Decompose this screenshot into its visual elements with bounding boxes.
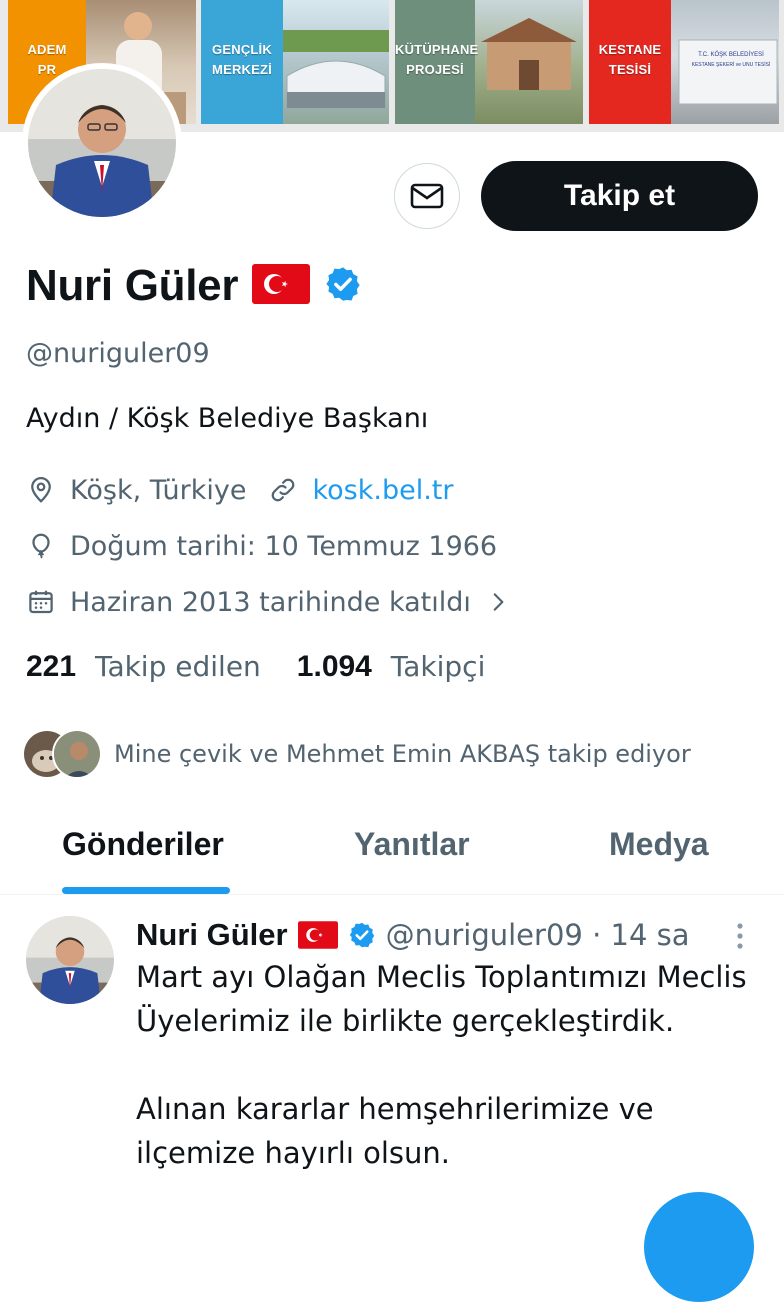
tweet-author-name[interactable]: Nuri Güler: [136, 917, 288, 953]
turkey-flag-icon: [252, 264, 311, 308]
avatar-portrait: [28, 69, 176, 217]
tweet-header: Nuri Güler @nuriguler09 · 14 sa: [136, 912, 690, 958]
profile-handle: @nuriguler09: [26, 338, 210, 369]
banner-tile-genclik: GENÇLİK MERKEZİ: [201, 0, 389, 124]
banner-photo-youth-center: [283, 0, 389, 124]
sign-text: T.C. KÖŞK BELEDİYESİ: [698, 51, 764, 58]
banner-tile-kutuphane: KÜTÜPHANE PROJESİ: [395, 0, 583, 124]
banner-tile-kestane: T.C. KÖŞK BELEDİYESİ KESTANE ŞEKERİ ve U…: [589, 0, 779, 124]
sign-text: KESTANE ŞEKERİ ve UNU TESİSİ: [692, 61, 771, 68]
tweet-paragraph: Alınan kararlar hemşehrilerimize ve ilçe…: [136, 1092, 654, 1170]
avatar[interactable]: [28, 69, 176, 217]
building-illustration: [283, 30, 389, 109]
profile-meta-row: Doğum tarihi: 10 Temmuz 1966: [26, 526, 497, 566]
verified-badge-icon[interactable]: [324, 265, 362, 307]
envelope-icon: [410, 183, 444, 209]
tweet-text: Mart ayı Olağan Meclis Toplantımızı Mecl…: [136, 955, 756, 1175]
followers-label: Takipçi: [390, 650, 486, 683]
banner-photo-chestnut-facility: T.C. KÖŞK BELEDİYESİ KESTANE ŞEKERİ ve U…: [671, 0, 779, 124]
followers-count: 1.094: [296, 650, 372, 683]
banner-photo-library: [475, 0, 583, 124]
followed-by-row[interactable]: Mine çevik ve Mehmet Emin AKBAŞ takip ed…: [22, 728, 691, 780]
tile-label: GENÇLİK MERKEZİ: [212, 42, 272, 77]
calendar-icon: [29, 590, 53, 614]
tile-label: KESTANE TESİSİ: [598, 42, 662, 77]
profile-website-link[interactable]: kosk.bel.tr: [312, 475, 453, 506]
tile-label: KÜTÜPHANE PROJESİ: [395, 42, 479, 77]
profile-joined-date: Haziran 2013 tarihinde katıldı: [70, 586, 471, 618]
profile-location: Köşk, Türkiye: [70, 474, 247, 506]
location-pin-icon: [31, 477, 51, 503]
tab-replies[interactable]: Yanıtlar: [354, 826, 470, 863]
more-options-icon[interactable]: [728, 918, 752, 954]
tab-posts[interactable]: Gönderiler: [62, 826, 224, 863]
verified-badge-icon[interactable]: [348, 921, 376, 949]
profile-tabs: Gönderiler Yanıtlar Medya: [0, 810, 784, 895]
followed-by-text: Mine çevik ve Mehmet Emin AKBAŞ takip ed…: [114, 740, 691, 768]
profile-name-row: Nuri Güler: [26, 258, 362, 314]
avatar: [52, 729, 102, 779]
follow-button-label: Takip et: [563, 179, 676, 212]
following-label: Takip edilen: [94, 650, 261, 683]
message-button[interactable]: [394, 163, 460, 229]
profile-name: Nuri Güler: [26, 261, 239, 310]
building-illustration: [481, 18, 577, 90]
active-tab-indicator: [62, 887, 230, 894]
followers-link[interactable]: 1.094 Takipçi: [297, 650, 486, 684]
following-link[interactable]: 221 Takip edilen: [26, 650, 261, 684]
tweet-author-avatar[interactable]: [26, 916, 114, 1004]
chevron-right-icon: [493, 593, 504, 611]
follow-button[interactable]: Takip et: [481, 161, 758, 231]
building-illustration: T.C. KÖŞK BELEDİYESİ KESTANE ŞEKERİ ve U…: [678, 39, 778, 105]
profile-birthday: Doğum tarihi: 10 Temmuz 1966: [70, 530, 498, 562]
tweet-handle-time: @nuriguler09 · 14 sa: [385, 918, 690, 952]
profile-meta-row: Köşk, Türkiye kosk.bel.tr: [26, 470, 453, 510]
profile-stats: 221 Takip edilen 1.094 Takipçi: [26, 650, 485, 684]
profile-joined-row[interactable]: Haziran 2013 tarihinde katıldı: [26, 582, 511, 622]
turkey-flag-icon: [297, 921, 338, 949]
profile-avatar-frame[interactable]: [22, 63, 182, 223]
link-icon: [272, 478, 295, 502]
following-count: 221: [26, 650, 77, 683]
balloon-icon: [32, 533, 50, 559]
profile-bio: Aydın / Köşk Belediye Başkanı: [26, 403, 429, 434]
tweet-paragraph: Mart ayı Olağan Meclis Toplantımızı Mecl…: [136, 960, 747, 1038]
tab-media[interactable]: Medya: [609, 826, 709, 863]
compose-post-button[interactable]: [644, 1192, 754, 1302]
